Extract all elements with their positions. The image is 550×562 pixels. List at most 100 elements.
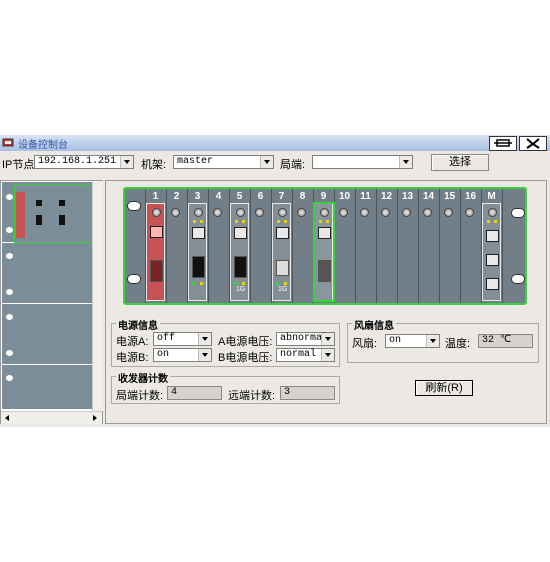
slot-number: 10 — [338, 191, 351, 202]
fiber-port-icon — [192, 256, 205, 278]
slot-number: 9 — [320, 191, 327, 202]
slot-number: 11 — [360, 191, 371, 202]
slot-divider — [418, 189, 419, 303]
fan-label: 风扇: — [352, 338, 378, 350]
mini-rack-master[interactable] — [2, 182, 92, 243]
slot-divider — [208, 189, 209, 303]
slot-selection-highlight — [313, 202, 335, 302]
select-button[interactable]: 选择 — [431, 154, 489, 171]
transceiver-count-title: 收发器计数 — [116, 370, 170, 385]
chevron-down-icon[interactable] — [198, 333, 211, 345]
slot-number: 14 — [422, 191, 435, 202]
screw-icon — [297, 208, 306, 217]
fan-value: on — [389, 335, 402, 346]
horizontal-scrollbar[interactable] — [1, 411, 102, 424]
screw-icon — [171, 208, 180, 217]
mount-hole — [6, 314, 13, 320]
card-slot-5[interactable]: 1G — [230, 203, 249, 301]
slot-divider — [397, 189, 398, 303]
screw-icon — [381, 208, 390, 217]
vertical-scrollbar[interactable] — [92, 181, 103, 411]
scroll-left-icon[interactable] — [3, 414, 11, 422]
chevron-down-icon[interactable] — [198, 349, 211, 361]
mini-port — [36, 215, 42, 225]
card-slot-1[interactable] — [146, 203, 165, 301]
chevron-down-icon[interactable] — [321, 333, 334, 345]
rack-overview-pane — [0, 180, 103, 424]
rack-label: 机架: — [141, 159, 167, 171]
rj45-port-icon — [486, 278, 499, 290]
local-count-label: 局端计数: — [116, 390, 164, 402]
temperature-label: 温度: — [445, 338, 471, 350]
chevron-down-icon[interactable] — [399, 156, 412, 168]
mini-port — [59, 200, 65, 206]
rack-select[interactable]: master — [173, 155, 274, 169]
chevron-down-icon[interactable] — [260, 156, 273, 168]
fan-info-title: 风扇信息 — [352, 317, 396, 332]
chevron-down-icon[interactable] — [120, 156, 133, 168]
screw-icon — [236, 208, 245, 217]
card-slot-m[interactable] — [482, 203, 501, 301]
slot-divider — [460, 189, 461, 303]
power-a-label: 电源A: — [116, 336, 149, 348]
restore-button[interactable] — [489, 136, 517, 151]
remote-label: 局端: — [280, 159, 306, 171]
mount-hole — [6, 289, 13, 295]
slot-number: M — [487, 191, 496, 202]
mini-rack-row[interactable] — [2, 304, 92, 365]
power-info-group: 电源信息 电源A: off A电源电压: abnormal 电源B: on B电… — [111, 317, 340, 367]
slot-number: 2 — [173, 191, 180, 202]
ip-label: IP节点 — [2, 159, 35, 171]
card-slot-3[interactable] — [188, 203, 207, 301]
screw-icon — [465, 208, 474, 217]
mount-hole — [6, 253, 13, 259]
mount-hole — [127, 274, 141, 284]
refresh-button[interactable]: 刷新(R) — [415, 380, 473, 396]
power-b-value: on — [157, 349, 170, 360]
mount-hole — [511, 274, 525, 284]
window-title: 设备控制台 — [18, 140, 68, 151]
mini-card-red — [16, 192, 25, 238]
remote-select[interactable] — [312, 155, 413, 169]
mount-hole — [6, 375, 13, 381]
led-indicator — [284, 220, 287, 223]
scroll-right-icon[interactable] — [91, 414, 99, 422]
chevron-down-icon[interactable] — [426, 335, 439, 347]
power-b-voltage-select[interactable]: normal — [276, 348, 335, 362]
rj45-port-icon — [486, 254, 499, 266]
mount-hole — [6, 350, 13, 356]
fan-info-group: 风扇信息 风扇: on 温度: 32 ℃ — [347, 317, 539, 363]
screw-icon — [402, 208, 411, 217]
power-a-voltage-select[interactable]: abnormal — [276, 332, 335, 346]
fan-select[interactable]: on — [385, 334, 440, 348]
mini-rack-row[interactable] — [2, 243, 92, 304]
rj45-port-icon — [276, 227, 289, 239]
slot-number: 6 — [257, 191, 264, 202]
screw-icon — [152, 208, 161, 217]
mini-rack-row[interactable] — [2, 365, 92, 410]
slot-number: 8 — [299, 191, 306, 202]
chevron-down-icon[interactable] — [321, 349, 334, 361]
power-b-select[interactable]: on — [153, 348, 212, 362]
slot-divider — [166, 189, 167, 303]
card-slot-7[interactable]: 1G — [272, 203, 291, 301]
screw-icon — [339, 208, 348, 217]
close-button[interactable] — [519, 136, 547, 151]
fiber-port-icon — [150, 260, 163, 282]
led-indicator — [276, 282, 279, 285]
led-indicator — [242, 282, 245, 285]
mount-hole — [6, 227, 13, 233]
card-speed-label: 1G — [236, 286, 246, 293]
power-info-title: 电源信息 — [116, 317, 160, 332]
led-indicator — [234, 282, 237, 285]
mini-port — [36, 200, 42, 206]
toolbar: IP节点 192.168.1.251 机架: master 局端: 选择 — [0, 153, 550, 175]
led-indicator — [284, 282, 287, 285]
screw-icon — [360, 208, 369, 217]
ip-select[interactable]: 192.168.1.251 — [34, 155, 134, 169]
power-a-select[interactable]: off — [153, 332, 212, 346]
rj45-port-icon — [150, 226, 163, 238]
transceiver-count-group: 收发器计数 局端计数: 4 远端计数: 3 — [111, 370, 340, 404]
screw-icon — [194, 208, 203, 217]
mini-port — [59, 215, 65, 225]
